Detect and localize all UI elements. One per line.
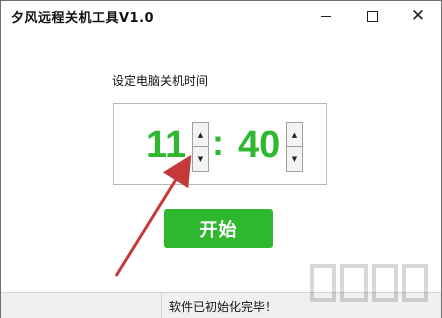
watermark-logo-icon [310, 264, 428, 302]
